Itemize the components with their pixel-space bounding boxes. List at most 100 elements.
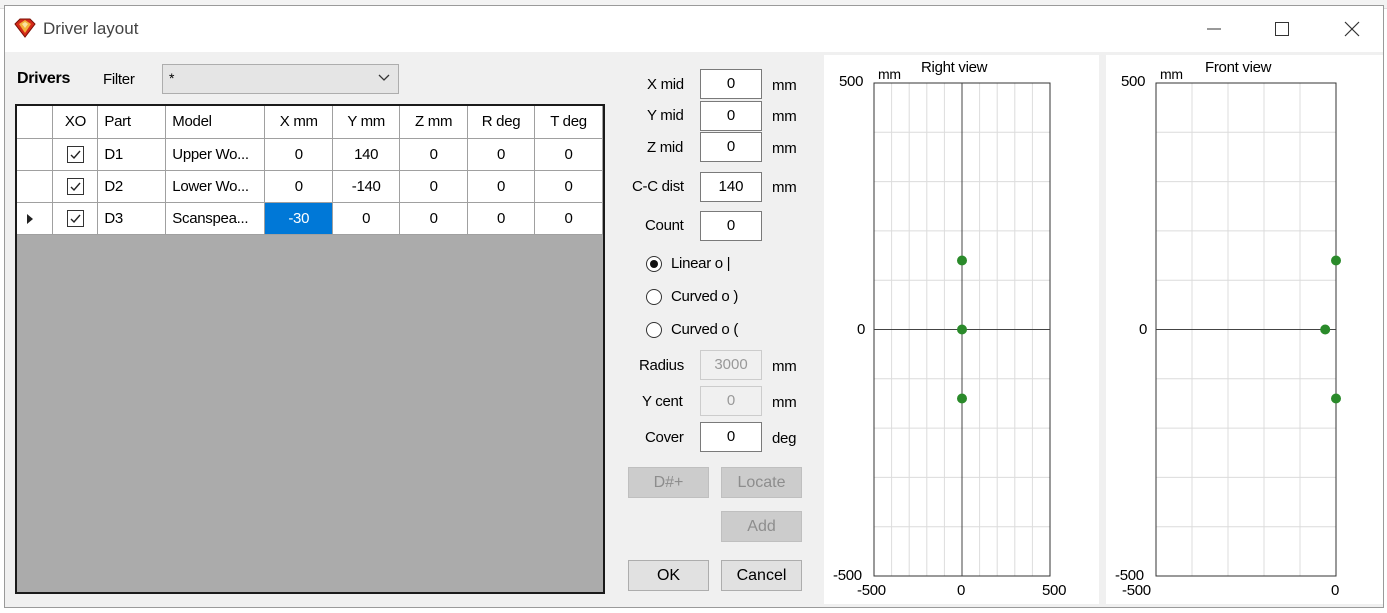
part-cell[interactable]: D2 [97, 169, 167, 203]
driver-layout-window: Driver layout Drivers Filter * XO Part M… [4, 5, 1384, 608]
checkmark-icon [70, 182, 81, 191]
app-diamond-icon [14, 18, 36, 38]
add-button[interactable]: Add [721, 511, 802, 542]
t-cell[interactable]: 0 [534, 169, 603, 203]
cancel-button[interactable]: Cancel [721, 560, 802, 591]
xo-checkbox[interactable] [66, 145, 84, 163]
z-cell[interactable]: 0 [399, 137, 469, 171]
minimize-icon [1207, 28, 1221, 30]
z-mid-input[interactable]: 0 [700, 132, 762, 162]
driver-number-button[interactable]: D#+ [628, 467, 709, 498]
t-cell[interactable]: 0 [534, 201, 603, 235]
xo-checkbox[interactable] [66, 209, 84, 227]
z-mid-unit: mm [772, 140, 797, 157]
table-row[interactable]: D3 Scanspea... -30 0 0 0 0 [17, 201, 603, 235]
checkmark-icon [70, 214, 81, 223]
x-tick-left: -500 [1122, 582, 1151, 599]
cover-label: Cover [645, 429, 684, 446]
y-mid-input[interactable]: 0 [700, 101, 762, 131]
close-icon [1344, 21, 1360, 37]
column-header[interactable]: Model [165, 106, 266, 139]
y-cell[interactable]: -140 [332, 169, 401, 203]
x-cell-selected[interactable]: -30 [264, 201, 334, 235]
locate-button[interactable]: Locate [721, 467, 802, 498]
r-cell[interactable]: 0 [467, 169, 536, 203]
row-header-corner [17, 106, 54, 139]
unit-label: mm [1160, 66, 1183, 82]
ok-button[interactable]: OK [628, 560, 709, 591]
driver-point [1320, 324, 1331, 335]
x-mid-label: X mid [647, 76, 684, 93]
x-tick-right: 0 [1331, 582, 1340, 599]
title-bar[interactable]: Driver layout [5, 6, 1383, 52]
filter-value: * [169, 70, 175, 86]
drivers-table[interactable]: XO Part Model X mm Y mm Z mm R deg T deg… [15, 104, 605, 594]
radio-selected-icon [646, 255, 662, 272]
cc-dist-label: C-C dist [632, 178, 684, 195]
xo-cell[interactable] [52, 137, 99, 171]
row-header[interactable] [17, 137, 54, 171]
t-cell[interactable]: 0 [534, 137, 603, 171]
row-header-current[interactable] [17, 201, 54, 235]
layout-curved-in-radio[interactable]: Curved o ( [646, 321, 738, 338]
y-cent-label: Y cent [642, 393, 683, 410]
column-header[interactable]: Z mm [399, 106, 469, 139]
radius-input[interactable]: 3000 [700, 350, 762, 380]
r-cell[interactable]: 0 [467, 137, 536, 171]
count-label: Count [645, 217, 684, 234]
xo-cell[interactable] [52, 169, 99, 203]
view-title: Right view [921, 59, 988, 76]
front-view-plot[interactable]: 500 0 -500 mm Front view -500 0 [1106, 55, 1383, 604]
view-title: Front view [1205, 59, 1272, 76]
column-header[interactable]: X mm [264, 106, 334, 139]
cover-unit: deg [772, 430, 797, 447]
column-header[interactable]: T deg [534, 106, 603, 139]
model-cell[interactable]: Upper Wo... [165, 137, 266, 171]
x-mid-unit: mm [772, 77, 797, 94]
y-cent-input[interactable]: 0 [700, 386, 762, 416]
column-header[interactable]: Y mm [332, 106, 401, 139]
close-button[interactable] [1329, 6, 1375, 52]
part-cell[interactable]: D1 [97, 137, 167, 171]
part-cell[interactable]: D3 [97, 201, 167, 235]
x-cell[interactable]: 0 [264, 169, 334, 203]
table-row[interactable]: D1 Upper Wo... 0 140 0 0 0 [17, 137, 603, 171]
xo-cell[interactable] [52, 201, 99, 235]
table-row[interactable]: D2 Lower Wo... 0 -140 0 0 0 [17, 169, 603, 203]
radio-label: Curved o ) [671, 288, 739, 305]
current-row-arrow-icon [27, 213, 33, 224]
r-cell[interactable]: 0 [467, 201, 536, 235]
z-mid-label: Z mid [647, 139, 684, 156]
maximize-button[interactable] [1259, 6, 1305, 52]
layout-curved-out-radio[interactable]: Curved o ) [646, 288, 738, 305]
row-header[interactable] [17, 169, 54, 203]
y-tick-mid: 0 [1139, 321, 1148, 338]
radius-unit: mm [772, 358, 797, 375]
y-cent-unit: mm [772, 394, 797, 411]
filter-dropdown[interactable]: * [162, 64, 399, 94]
radio-unselected-icon [646, 288, 662, 305]
xo-checkbox[interactable] [66, 177, 84, 195]
y-cell[interactable]: 140 [332, 137, 401, 171]
model-cell[interactable]: Lower Wo... [165, 169, 266, 203]
right-view-plot[interactable]: 500 0 -500 mm Right view -500 0 500 [824, 55, 1099, 604]
cc-dist-input[interactable]: 140 [700, 172, 762, 202]
unit-label: mm [878, 66, 901, 82]
x-tick-mid: 0 [957, 582, 966, 599]
column-header[interactable]: XO [52, 106, 99, 139]
column-header[interactable]: Part [97, 106, 167, 139]
z-cell[interactable]: 0 [399, 169, 469, 203]
count-input[interactable]: 0 [700, 211, 762, 241]
minimize-button[interactable] [1191, 6, 1237, 52]
x-mid-input[interactable]: 0 [700, 69, 762, 99]
x-cell[interactable]: 0 [264, 137, 334, 171]
layout-linear-radio[interactable]: Linear o | [646, 255, 731, 272]
cover-input[interactable]: 0 [700, 422, 762, 452]
y-cell[interactable]: 0 [332, 201, 401, 235]
z-cell[interactable]: 0 [399, 201, 469, 235]
model-cell[interactable]: Scanspea... [165, 201, 266, 235]
y-mid-label: Y mid [647, 107, 684, 124]
column-header[interactable]: R deg [467, 106, 536, 139]
y-tick-mid: 0 [857, 321, 866, 338]
y-mid-unit: mm [772, 108, 797, 125]
